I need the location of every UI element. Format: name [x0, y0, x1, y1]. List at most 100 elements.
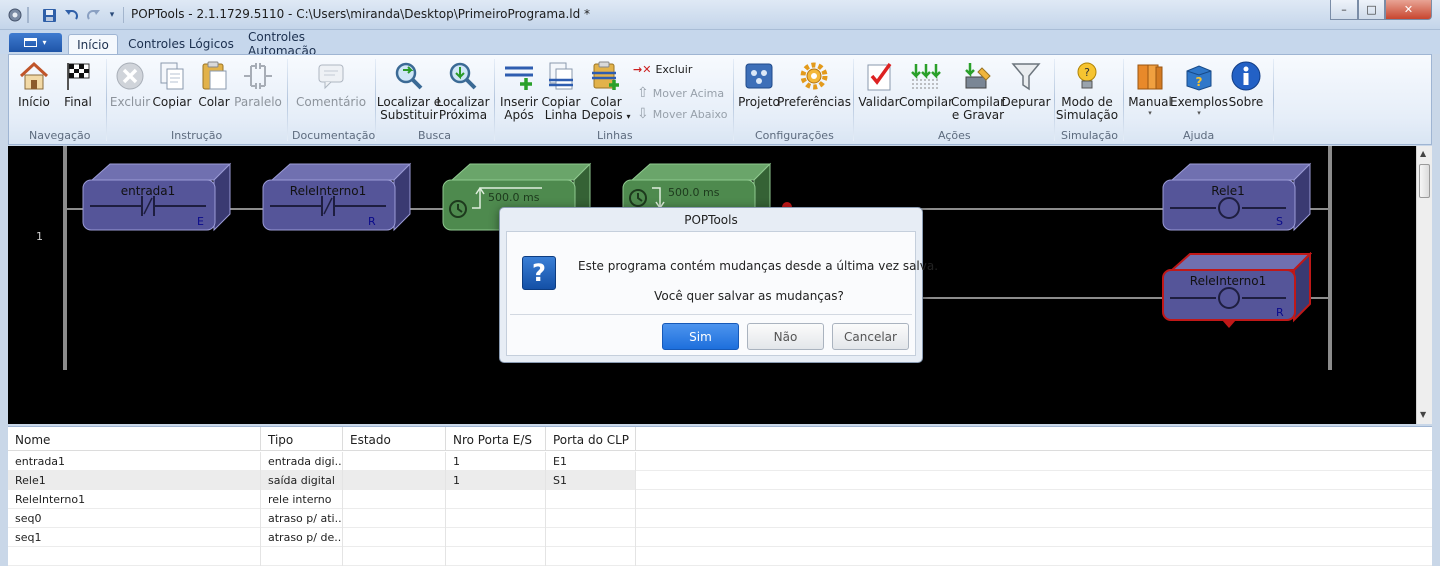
- comentario-button[interactable]: Comentário: [296, 60, 366, 109]
- tab-controles-automacao[interactable]: Controles Automação: [248, 30, 374, 58]
- compilar-gravar-button[interactable]: Compilar e Gravar: [951, 60, 1005, 122]
- table-row[interactable]: entrada1 entrada digi... 1 E1: [8, 452, 1432, 471]
- contact-releinterno1[interactable]: ReleInterno1 R: [262, 162, 412, 232]
- lightbulb-icon: ?: [1071, 60, 1103, 92]
- copy-line-icon: [545, 60, 577, 92]
- checkered-flag-icon: [62, 60, 94, 92]
- compile-write-icon: [962, 60, 994, 92]
- io-table: Nome Tipo Estado Nro Porta E/S Porta do …: [8, 426, 1432, 566]
- table-row[interactable]: Rele1 saída digital 1 S1: [8, 471, 1432, 490]
- localizar-substituir-button[interactable]: Localizar e Substituir: [377, 60, 441, 122]
- sobre-button[interactable]: Sobre: [1227, 60, 1265, 109]
- inserir-apos-button[interactable]: Inserir Após: [499, 60, 539, 122]
- scroll-up-icon[interactable]: ▲: [1420, 149, 1426, 158]
- cancelar-button[interactable]: Cancelar: [832, 323, 909, 350]
- nao-button[interactable]: Não: [747, 323, 824, 350]
- group-label-documentacao: Documentação: [292, 129, 376, 142]
- save-icon[interactable]: [40, 7, 58, 23]
- group-label-busca: Busca: [418, 129, 452, 142]
- close-button[interactable]: ✕: [1385, 0, 1432, 20]
- colar-button[interactable]: Colar: [196, 60, 232, 109]
- undo-icon[interactable]: [62, 7, 80, 23]
- insert-after-icon: [503, 60, 535, 92]
- examples-box-icon: ?: [1183, 60, 1215, 92]
- chevron-down-icon: ▾: [42, 38, 47, 47]
- modo-simulacao-button[interactable]: ? Modo de Simulação: [1056, 60, 1118, 122]
- column-header-tipo[interactable]: Tipo: [261, 427, 343, 451]
- final-button[interactable]: Final: [59, 60, 97, 109]
- find-next-icon: [447, 60, 479, 92]
- svg-text:?: ?: [1196, 75, 1203, 89]
- linha-excluir-button[interactable]: →✕ Excluir: [633, 63, 692, 76]
- copiar-linha-button[interactable]: Copiar Linha: [541, 60, 581, 122]
- column-header-porta-clp[interactable]: Porta do CLP: [546, 427, 636, 451]
- mover-acima-button[interactable]: ⇧ Mover Acima: [637, 85, 724, 101]
- find-replace-icon: [393, 60, 425, 92]
- group-separator: [853, 59, 854, 141]
- excluir-button[interactable]: Excluir: [110, 60, 150, 109]
- dialog-message-question: Você quer salvar as mudanças?: [654, 289, 844, 303]
- save-changes-dialog: POPTools ? Este programa contém mudanças…: [499, 207, 938, 363]
- project-icon: [743, 60, 775, 92]
- funnel-icon: [1010, 60, 1042, 92]
- copy-icon: [156, 60, 188, 92]
- validar-button[interactable]: Validar: [858, 60, 900, 109]
- paralelo-button[interactable]: Paralelo: [234, 60, 282, 109]
- group-label-instrucao: Instrução: [171, 129, 223, 142]
- projeto-button[interactable]: Projeto: [738, 60, 780, 109]
- group-label-acoes: Ações: [938, 129, 971, 142]
- customize-toolbar-chevron-icon[interactable]: ▾: [105, 7, 119, 23]
- mover-abaixo-button[interactable]: ⇩ Mover Abaixo: [637, 106, 727, 122]
- exemplos-button[interactable]: ? Exemplos ▾: [1170, 60, 1228, 117]
- file-menu-icon: [24, 38, 38, 47]
- table-row[interactable]: ReleInterno1 rele interno: [8, 490, 1432, 509]
- home-icon: [18, 60, 50, 92]
- toolbar-divider: [123, 7, 124, 23]
- localizar-proxima-button[interactable]: Localizar Próxima: [436, 60, 490, 122]
- depurar-button[interactable]: Depurar: [1001, 60, 1051, 109]
- ribbon-tab-bar: ▾ Início Controles Lógicos Controles Aut…: [0, 30, 1440, 58]
- arrow-down-icon: ⇩: [637, 106, 649, 122]
- app-menu-icon[interactable]: [6, 7, 24, 23]
- scroll-down-icon[interactable]: ▼: [1420, 410, 1426, 419]
- minimize-button[interactable]: –: [1330, 0, 1358, 20]
- paste-after-icon: [590, 60, 622, 92]
- sim-button[interactable]: Sim: [662, 323, 739, 350]
- gear-icon: [798, 60, 830, 92]
- colar-depois-button[interactable]: Colar Depois ▾: [582, 60, 631, 123]
- coil-releinterno1[interactable]: ReleInterno1 R: [1162, 252, 1312, 332]
- window-title: POPTools - 2.1.1729.5110 - C:\Users\mira…: [131, 7, 591, 21]
- ladder-vertical-scrollbar[interactable]: ▲ ▼: [1416, 146, 1432, 424]
- redo-icon[interactable]: [84, 7, 102, 23]
- delete-icon: [114, 60, 146, 92]
- compile-icon: [910, 60, 942, 92]
- compilar-button[interactable]: Compilar: [899, 60, 953, 109]
- manual-button[interactable]: Manual ▾: [1128, 60, 1172, 117]
- copiar-button[interactable]: Copiar: [153, 60, 191, 109]
- inicio-button[interactable]: Início: [15, 60, 53, 109]
- table-row-empty: [8, 547, 1432, 566]
- contact-entrada1[interactable]: entrada1 E: [82, 162, 232, 232]
- column-header-nro-porta[interactable]: Nro Porta E/S: [446, 427, 546, 451]
- svg-text:?: ?: [1084, 66, 1090, 79]
- tab-inicio[interactable]: Início: [68, 34, 118, 54]
- tab-controles-logicos[interactable]: Controles Lógicos: [127, 34, 235, 54]
- group-label-configuracoes: Configurações: [755, 129, 834, 142]
- column-header-estado[interactable]: Estado: [343, 427, 446, 451]
- dialog-message-changes: Este programa contém mudanças desde a úl…: [578, 259, 939, 273]
- group-separator: [106, 59, 107, 141]
- checklist-icon: [863, 60, 895, 92]
- preferencias-button[interactable]: Preferências: [777, 60, 851, 109]
- group-separator: [1123, 59, 1124, 141]
- comment-icon: [315, 60, 347, 92]
- scrollbar-thumb[interactable]: [1419, 164, 1430, 198]
- column-header-nome[interactable]: Nome: [8, 427, 261, 451]
- dialog-body: ? Este programa contém mudanças desde a …: [506, 231, 938, 356]
- coil-rele1[interactable]: Rele1 S: [1162, 162, 1312, 232]
- chevron-down-icon: ▾: [1148, 109, 1152, 117]
- maximize-button[interactable]: □: [1358, 0, 1385, 20]
- question-icon: ?: [522, 256, 556, 290]
- file-menu-button[interactable]: ▾: [9, 33, 62, 52]
- table-row[interactable]: seq1 atraso p/ de...: [8, 528, 1432, 547]
- table-row[interactable]: seq0 atraso p/ ati...: [8, 509, 1432, 528]
